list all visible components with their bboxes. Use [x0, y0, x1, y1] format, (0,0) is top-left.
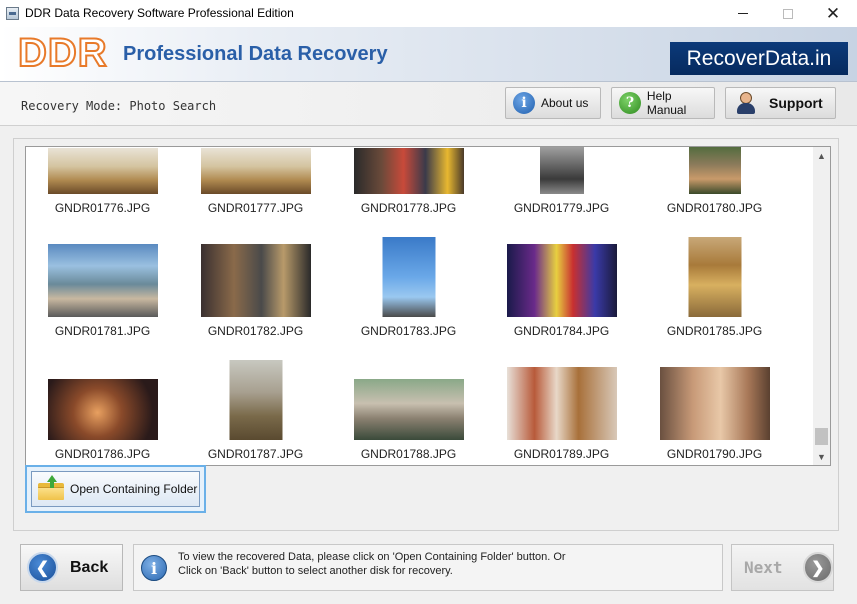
info-icon: i: [513, 92, 535, 114]
minimize-icon: [738, 13, 748, 14]
title-bar: DDR Data Recovery Software Professional …: [0, 0, 857, 27]
maximize-button[interactable]: [765, 0, 811, 27]
app-window: DDR Data Recovery Software Professional …: [0, 0, 857, 604]
folder-icon: [38, 475, 64, 500]
photo-thumbnail[interactable]: [506, 367, 617, 440]
support-agent-icon: [735, 92, 757, 114]
photo-thumbnail[interactable]: [229, 360, 282, 440]
back-label: Back: [70, 558, 109, 576]
minimize-button[interactable]: [720, 0, 766, 27]
scroll-up-icon[interactable]: ▲: [813, 147, 830, 164]
info-line-1: To view the recovered Data, please click…: [178, 551, 566, 563]
close-button[interactable]: ✕: [810, 0, 856, 27]
photo-item[interactable]: GNDR01790.JPG: [638, 147, 791, 465]
help-manual-button[interactable]: ? Help Manual: [611, 87, 715, 119]
help-manual-label: Help Manual: [646, 89, 687, 117]
photo-item[interactable]: GNDR01787.JPG: [179, 147, 332, 465]
window-title: DDR Data Recovery Software Professional …: [25, 6, 294, 20]
back-button[interactable]: ❮ Back: [20, 544, 123, 591]
photo-gallery[interactable]: GNDR01776.JPG GNDR01777.JPG GNDR01778.JPG G…: [25, 146, 831, 466]
close-icon: ✕: [825, 3, 841, 24]
support-label: Support: [769, 95, 823, 111]
about-us-label: About us: [541, 96, 589, 110]
banner-title: Professional Data Recovery: [123, 43, 388, 65]
next-button[interactable]: Next ❯: [731, 544, 834, 591]
mode-toolbar: Recovery Mode: Photo Search i About us ?…: [0, 82, 857, 126]
maximize-icon: [783, 8, 793, 19]
scroll-thumb[interactable]: [815, 428, 828, 445]
recovery-mode-label: Recovery Mode: Photo Search: [21, 99, 217, 113]
next-label: Next: [744, 558, 783, 577]
ddr-logo: DDR: [17, 30, 108, 76]
open-folder-inner: Open Containing Folder: [31, 471, 200, 507]
info-message: To view the recovered Data, please click…: [178, 550, 718, 578]
support-button[interactable]: Support: [725, 87, 836, 119]
photo-filename: GNDR01786.JPG: [54, 447, 151, 461]
help-icon: ?: [619, 92, 641, 114]
info-message-box: i To view the recovered Data, please cli…: [133, 544, 723, 591]
photo-filename: GNDR01789.JPG: [513, 447, 610, 461]
photo-thumbnail[interactable]: [47, 379, 158, 440]
photo-filename: GNDR01788.JPG: [360, 447, 457, 461]
photo-item[interactable]: GNDR01788.JPG: [332, 147, 485, 465]
info-icon: i: [141, 555, 167, 581]
photo-filename: GNDR01787.JPG: [207, 447, 304, 461]
open-containing-folder-button[interactable]: Open Containing Folder: [25, 465, 206, 513]
scroll-down-icon[interactable]: ▼: [813, 448, 830, 465]
back-arrow-icon: ❮: [27, 552, 58, 583]
app-icon: [6, 7, 19, 20]
photo-thumbnail[interactable]: [353, 379, 464, 440]
photo-item[interactable]: GNDR01789.JPG: [485, 147, 638, 465]
photo-thumbnail[interactable]: [659, 367, 770, 440]
open-folder-label: Open Containing Folder: [70, 482, 198, 496]
brand-logo: RecoverData.in: [670, 42, 848, 75]
photo-item[interactable]: GNDR01786.JPG: [26, 147, 179, 465]
next-arrow-icon: ❯: [802, 552, 833, 583]
info-line-2: Click on 'Back' button to select another…: [178, 565, 453, 577]
photo-filename: GNDR01790.JPG: [666, 447, 763, 461]
header-banner: DDR Professional Data Recovery RecoverDa…: [0, 27, 857, 82]
about-us-button[interactable]: i About us: [505, 87, 601, 119]
gallery-scrollbar[interactable]: ▲ ▼: [813, 147, 830, 465]
